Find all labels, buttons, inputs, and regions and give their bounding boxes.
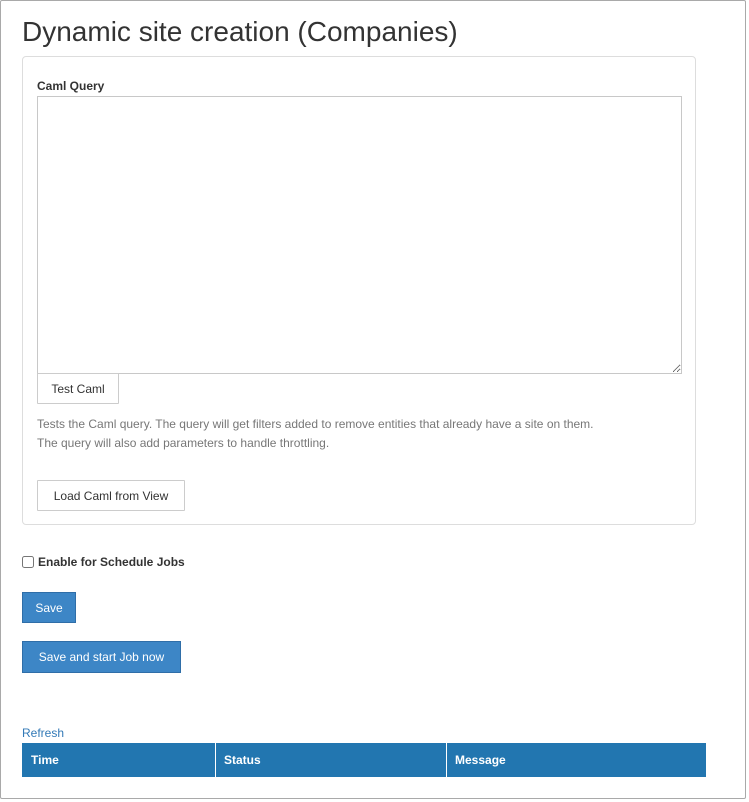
refresh-link[interactable]: Refresh	[22, 726, 64, 740]
test-caml-button[interactable]: Test Caml	[37, 373, 119, 404]
caml-query-textarea[interactable]	[37, 96, 682, 374]
save-button[interactable]: Save	[22, 592, 76, 623]
enable-schedule-jobs-label: Enable for Schedule Jobs	[38, 555, 185, 569]
caml-help-line-2: The query will also add parameters to ha…	[37, 436, 330, 450]
page-title: Dynamic site creation (Companies)	[22, 16, 458, 47]
caml-query-panel: Caml Query Test Caml Tests the Caml quer…	[22, 56, 696, 525]
caml-help-text: Tests the Caml query. The query will get…	[37, 415, 594, 453]
column-header-status[interactable]: Status	[215, 743, 447, 777]
column-header-time[interactable]: Time	[22, 743, 216, 777]
window-frame: Dynamic site creation (Companies) Caml Q…	[0, 0, 746, 799]
caml-query-label: Caml Query	[37, 79, 105, 93]
load-caml-from-view-button[interactable]: Load Caml from View	[37, 480, 185, 511]
save-and-start-job-button[interactable]: Save and start Job now	[22, 641, 181, 673]
caml-help-line-1: Tests the Caml query. The query will get…	[37, 417, 594, 431]
jobs-table: Time Status Message	[22, 743, 706, 777]
jobs-table-header-row: Time Status Message	[22, 743, 706, 777]
enable-schedule-jobs-checkbox[interactable]	[22, 556, 34, 568]
column-header-message[interactable]: Message	[446, 743, 706, 777]
schedule-jobs-row[interactable]: Enable for Schedule Jobs	[22, 555, 185, 569]
